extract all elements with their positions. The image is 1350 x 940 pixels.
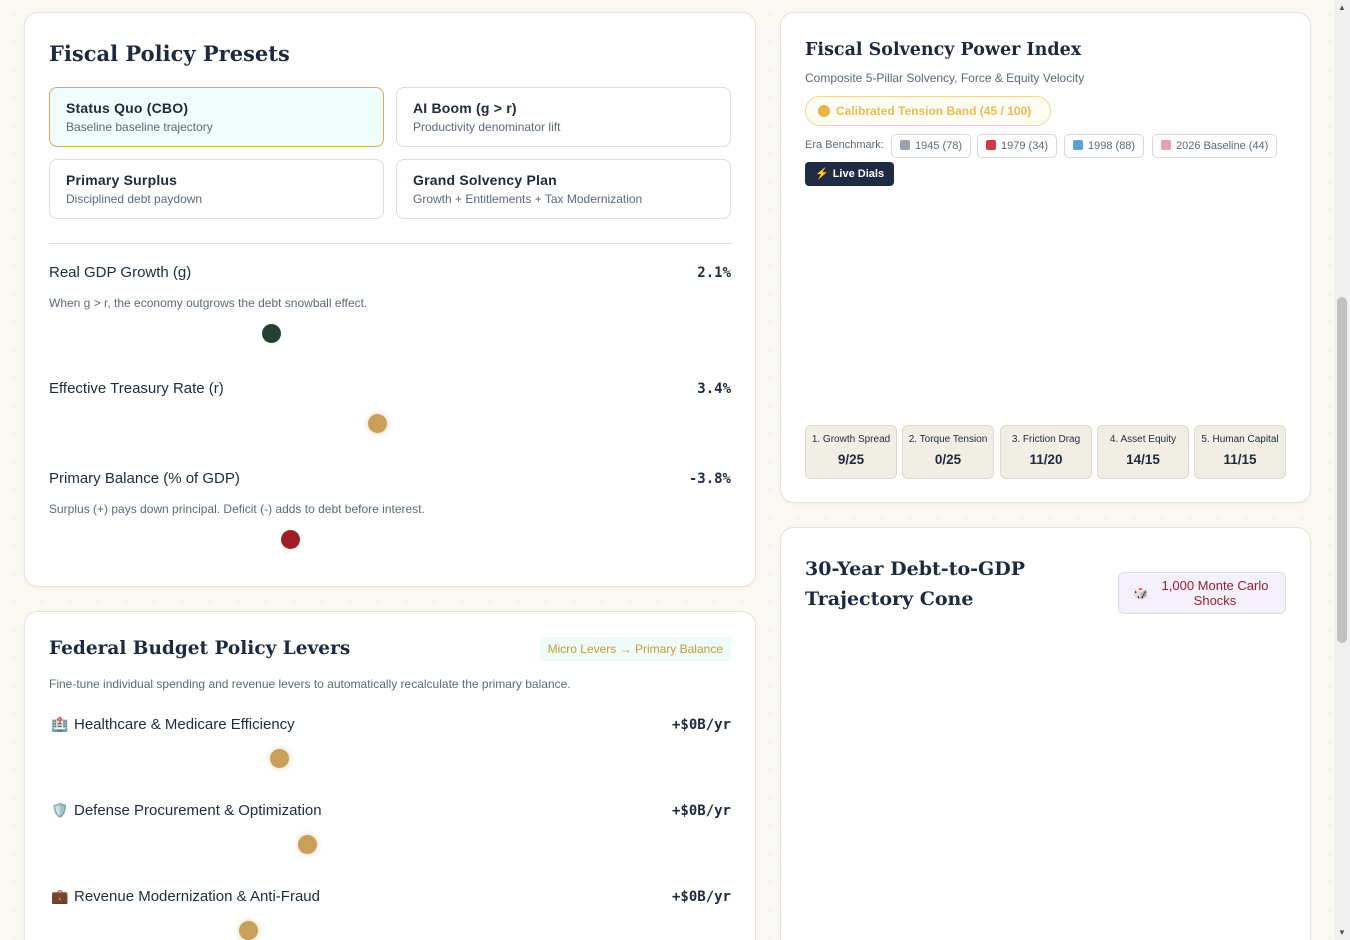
defense-lever-value: +$0B/yr <box>671 803 731 819</box>
pillar-asset-equity: 4. Asset Equity 14/15 <box>1097 425 1189 479</box>
levers-desc: Fine-tune individual spending and revenu… <box>49 677 571 691</box>
defense-lever-slider-thumb[interactable] <box>298 835 317 854</box>
primary-balance-slider-thumb[interactable] <box>281 530 300 549</box>
primary-balance-desc: Surplus (+) pays down principal. Deficit… <box>49 502 425 516</box>
hospital-icon: 🏥 <box>51 716 69 732</box>
preset-primary-surplus[interactable]: Primary Surplus Disciplined debt paydown <box>49 159 384 219</box>
shield-icon: 🛡️ <box>51 802 69 818</box>
preset-subtitle: Growth + Entitlements + Tax Modernizatio… <box>413 192 643 206</box>
primary-balance-label: Primary Balance (% of GDP) <box>49 470 240 487</box>
preset-grand-solvency[interactable]: Grand Solvency Plan Growth + Entitlement… <box>396 159 731 219</box>
pillar-score: 14/15 <box>1126 452 1160 467</box>
defense-lever-label: Defense Procurement & Optimization <box>74 802 322 819</box>
treasury-rate-value: 3.4% <box>697 381 731 397</box>
era-chip-2026-baseline[interactable]: 2026 Baseline (44) <box>1152 134 1278 158</box>
era-chip-label: 2026 Baseline (44) <box>1176 140 1269 152</box>
chart-decreasing-icon <box>1161 140 1171 150</box>
monte-carlo-badge: 🎲 1,000 Monte Carlo Shocks <box>1118 572 1286 614</box>
pillar-label: 3. Friction Drag <box>1011 434 1081 445</box>
coin-icon <box>818 105 830 117</box>
preset-title: Grand Solvency Plan <box>413 172 557 188</box>
trajectory-cone-card: 30-Year Debt-to-GDP Trajectory Cone 🎲 1,… <box>780 527 1311 940</box>
era-chip-1979[interactable]: 1979 (34) <box>977 134 1058 158</box>
bank-icon <box>900 140 910 150</box>
era-chip-label: 1998 (88) <box>1088 140 1136 152</box>
live-dials-label: Live Dials <box>832 168 885 180</box>
presets-divider <box>49 243 732 244</box>
briefcase-icon: 💼 <box>51 888 69 904</box>
scroll-up-icon[interactable]: ▲ <box>1338 3 1346 12</box>
preset-status-quo[interactable]: Status Quo (CBO) Baseline baseline traje… <box>49 87 384 147</box>
monte-carlo-label: 1,000 Monte Carlo Shocks <box>1161 578 1269 608</box>
pillar-score: 9/25 <box>837 452 865 467</box>
presets-title: Fiscal Policy Presets <box>49 41 290 66</box>
healthcare-lever-value: +$0B/yr <box>671 717 731 733</box>
pillar-growth-spread: 1. Growth Spread 9/25 <box>805 425 897 479</box>
gdp-growth-slider-thumb[interactable] <box>262 324 281 343</box>
revenue-lever-value: +$0B/yr <box>671 889 731 905</box>
pillar-score: 11/15 <box>1223 452 1257 467</box>
power-index-subtitle: Composite 5-Pillar Solvency, Force & Equ… <box>805 71 1085 85</box>
power-index-card: Fiscal Solvency Power Index Composite 5-… <box>780 12 1311 503</box>
computer-icon <box>1073 140 1083 150</box>
preset-title: AI Boom (g > r) <box>413 100 517 116</box>
pillar-score: 0/25 <box>934 452 962 467</box>
era-chip-1945[interactable]: 1945 (78) <box>891 134 972 158</box>
pillar-human-capital: 5. Human Capital 11/15 <box>1194 425 1286 479</box>
trajectory-cone-title: 30-Year Debt-to-GDP Trajectory Cone <box>805 558 1026 610</box>
presets-card: Fiscal Policy Presets Status Quo (CBO) B… <box>24 12 756 587</box>
fuel-pump-icon <box>986 140 996 150</box>
live-dials-button[interactable]: ⚡ Live Dials <box>805 162 895 186</box>
preset-subtitle: Baseline baseline trajectory <box>66 120 213 134</box>
preset-subtitle: Productivity denominator lift <box>413 120 561 134</box>
era-chip-label: 1979 (34) <box>1001 140 1049 152</box>
power-index-title: Fiscal Solvency Power Index <box>805 40 1082 60</box>
page-scrollbar[interactable]: ▲ ▼ <box>1334 0 1350 940</box>
preset-title: Primary Surplus <box>66 172 178 188</box>
revenue-lever-label: Revenue Modernization & Anti-Fraud <box>74 888 320 905</box>
pillar-label: 1. Growth Spread <box>811 434 891 445</box>
gdp-growth-value: 2.1% <box>697 265 731 281</box>
treasury-rate-label: Effective Treasury Rate (r) <box>49 380 224 397</box>
era-chip-label: 1945 (78) <box>915 140 963 152</box>
pillar-label: 5. Human Capital <box>1201 434 1279 445</box>
gdp-growth-desc: When g > r, the economy outgrows the deb… <box>49 296 368 310</box>
levers-tag: Micro Levers → Primary Balance <box>539 637 731 661</box>
tension-band-badge: Calibrated Tension Band (45 / 100) <box>805 96 1051 126</box>
preset-subtitle: Disciplined debt paydown <box>66 192 203 206</box>
era-chip-1998[interactable]: 1998 (88) <box>1064 134 1145 158</box>
healthcare-lever-slider-thumb[interactable] <box>270 749 289 768</box>
gdp-growth-label: Real GDP Growth (g) <box>49 264 192 281</box>
era-benchmark-label: Era Benchmark: <box>805 139 884 151</box>
preset-title: Status Quo (CBO) <box>66 100 189 116</box>
scrollbar-thumb[interactable] <box>1337 297 1347 643</box>
pillar-label: 4. Asset Equity <box>1109 434 1177 445</box>
pillar-score: 11/20 <box>1029 452 1063 467</box>
lightning-icon: ⚡ <box>815 168 829 180</box>
levers-card: Federal Budget Policy Levers Micro Lever… <box>24 611 756 940</box>
preset-ai-boom[interactable]: AI Boom (g > r) Productivity denominator… <box>396 87 731 147</box>
scroll-down-icon[interactable]: ▼ <box>1338 928 1346 937</box>
levers-title: Federal Budget Policy Levers <box>49 638 351 659</box>
dice-icon: 🎲 <box>1133 586 1148 600</box>
treasury-rate-slider-thumb[interactable] <box>368 414 387 433</box>
pillar-label: 2. Torque Tension <box>908 434 988 445</box>
healthcare-lever-label: Healthcare & Medicare Efficiency <box>74 716 295 733</box>
primary-balance-value: -3.8% <box>688 471 731 487</box>
tension-band-text: Calibrated Tension Band (45 / 100) <box>836 104 1032 118</box>
revenue-lever-slider-thumb[interactable] <box>239 921 258 940</box>
pillar-torque-tension: 2. Torque Tension 0/25 <box>902 425 994 479</box>
pillar-friction-drag: 3. Friction Drag 11/20 <box>1000 425 1092 479</box>
